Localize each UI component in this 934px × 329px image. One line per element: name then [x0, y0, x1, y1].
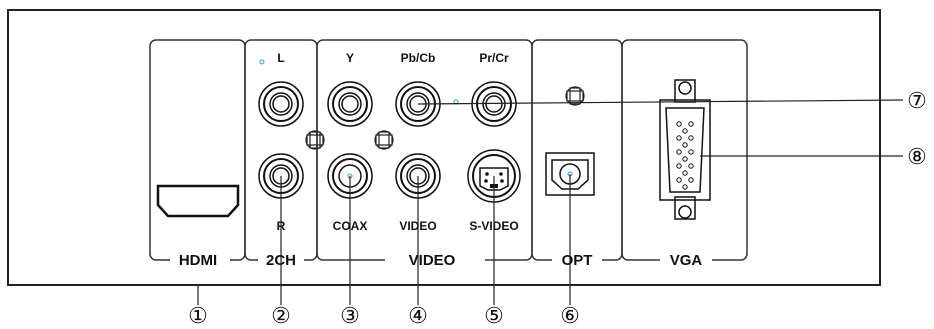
- screw-icon: [374, 130, 394, 150]
- rear-panel-outline: [7, 9, 881, 286]
- callout-5: ⑤: [484, 303, 504, 328]
- hdmi-section-box: [149, 39, 246, 261]
- callout-2: ②: [271, 303, 291, 328]
- vga-section-label: VGA: [670, 252, 703, 269]
- rca-jack-audio-l: [258, 81, 304, 127]
- callout-7: ⑦: [907, 88, 927, 113]
- vga-pins: [676, 121, 694, 190]
- jack-label-pbcb: Pb/Cb: [401, 51, 436, 65]
- rear-panel-diagram: HDMI 2CH VIDEO OPT VGA L R Y Pb/Cb Pr/Cr…: [7, 9, 927, 328]
- callout-1: ①: [188, 303, 208, 328]
- opt-section-label: OPT: [562, 252, 593, 269]
- opt-section-box: [531, 39, 623, 261]
- vga-section-box: [621, 39, 748, 261]
- callout-3: ③: [340, 303, 360, 328]
- callout-6: ⑥: [560, 303, 580, 328]
- jack-label-prcr: Pr/Cr: [479, 51, 509, 65]
- callout-8: ⑧: [907, 144, 927, 169]
- hdmi-section-label: HDMI: [179, 252, 217, 269]
- hdmi-port-icon: [156, 184, 240, 218]
- rca-jack-y: [327, 81, 373, 127]
- screw-icon: [305, 130, 325, 150]
- dot-icon: [259, 59, 265, 65]
- vga-port-icon: [659, 79, 711, 220]
- jack-label-y: Y: [346, 51, 354, 65]
- video-section-label: VIDEO: [409, 252, 456, 269]
- callout-4: ④: [408, 303, 428, 328]
- jack-label-l: L: [277, 51, 284, 65]
